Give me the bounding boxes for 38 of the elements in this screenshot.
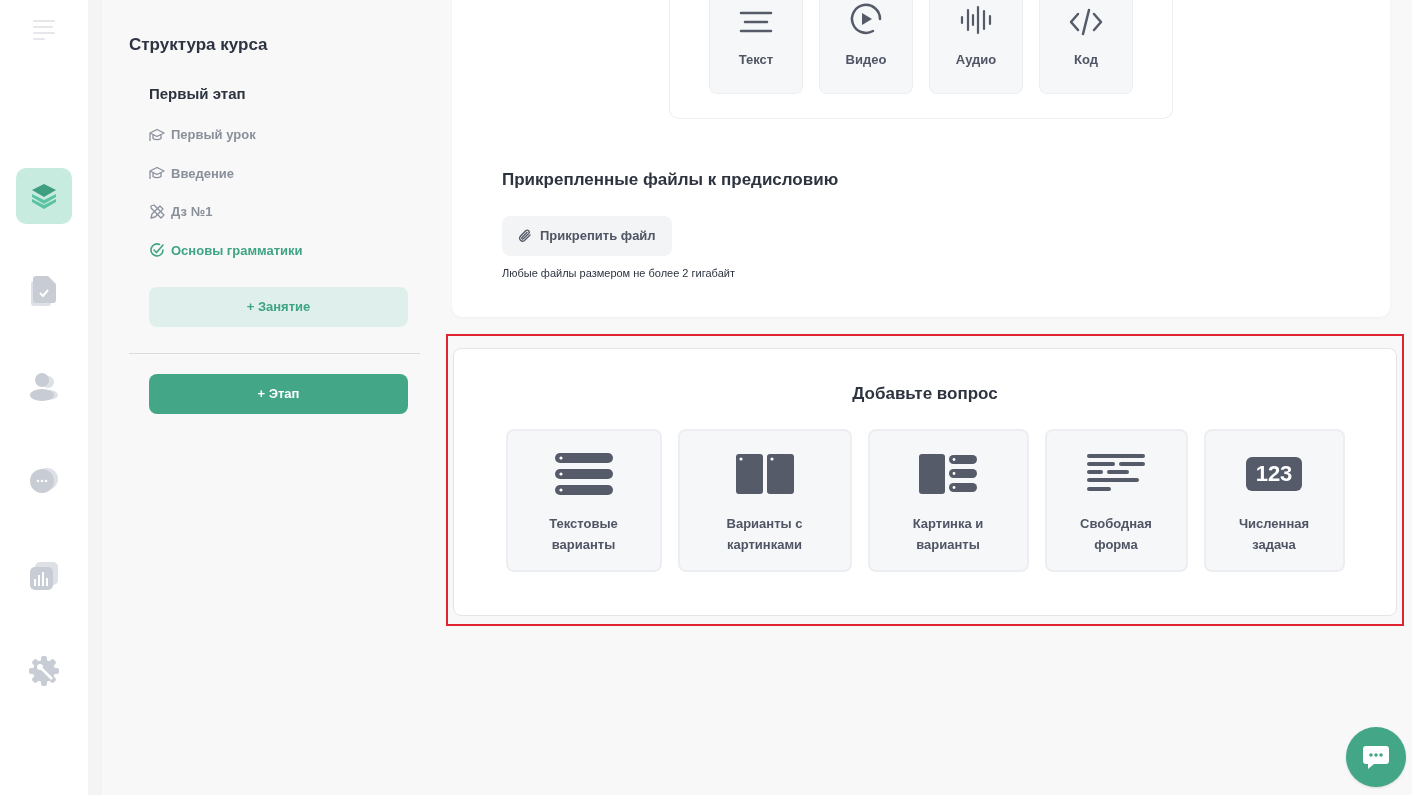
section-title: Прикрепленные файлы к предисловию <box>502 169 839 191</box>
pencil-ruler-icon <box>149 203 165 220</box>
nav-button[interactable] <box>16 168 72 224</box>
chat-button[interactable] <box>1346 727 1406 787</box>
users-icon <box>29 371 59 401</box>
image-cards-icon <box>735 453 794 494</box>
number-badge-icon: 123 <box>1246 456 1302 491</box>
paperclip-icon <box>518 227 532 244</box>
paragraph-icon <box>1087 453 1145 494</box>
content-type-tile[interactable]: Текст <box>709 0 803 94</box>
content-type-tile[interactable]: Код <box>1039 0 1133 94</box>
menu-icon[interactable] <box>32 18 56 42</box>
question-type-tile[interactable]: Свободная форма <box>1044 428 1188 572</box>
play-circle-icon <box>849 1 883 36</box>
code-icon <box>1069 7 1103 36</box>
content-type-tile[interactable]: Аудио <box>929 0 1023 94</box>
settings-icon <box>28 655 60 687</box>
chat-icon <box>1362 744 1390 770</box>
list-options-icon <box>554 452 613 495</box>
layers-icon <box>30 182 58 210</box>
question-type-tile[interactable]: Текстовые варианты <box>505 428 662 572</box>
image-list-icon <box>919 453 977 494</box>
content-type-tile[interactable]: Видео <box>819 0 913 94</box>
question-type-tile[interactable]: 123 Численная задача <box>1203 428 1345 572</box>
document-check-icon <box>30 275 58 307</box>
sound-wave-icon <box>959 3 993 36</box>
section-title: Добавьте вопрос <box>852 383 998 405</box>
panel-title: Структура курса <box>129 34 268 56</box>
stage-title: Первый этап <box>149 83 246 104</box>
check-circle-icon <box>149 242 165 259</box>
question-type-tile[interactable]: Картинка и варианты <box>867 428 1029 572</box>
chat-bubbles-icon <box>29 467 59 495</box>
question-type-tile[interactable]: Варианты с картинками <box>677 428 852 572</box>
file-size-note: Любые файлы размером не более 2 гигабайт <box>502 265 735 281</box>
bar-chart-icon <box>29 561 59 591</box>
graduation-cap-icon <box>149 165 165 182</box>
graduation-cap-icon <box>149 126 165 143</box>
attach-file-button[interactable]: Прикрепить файл <box>502 215 672 256</box>
